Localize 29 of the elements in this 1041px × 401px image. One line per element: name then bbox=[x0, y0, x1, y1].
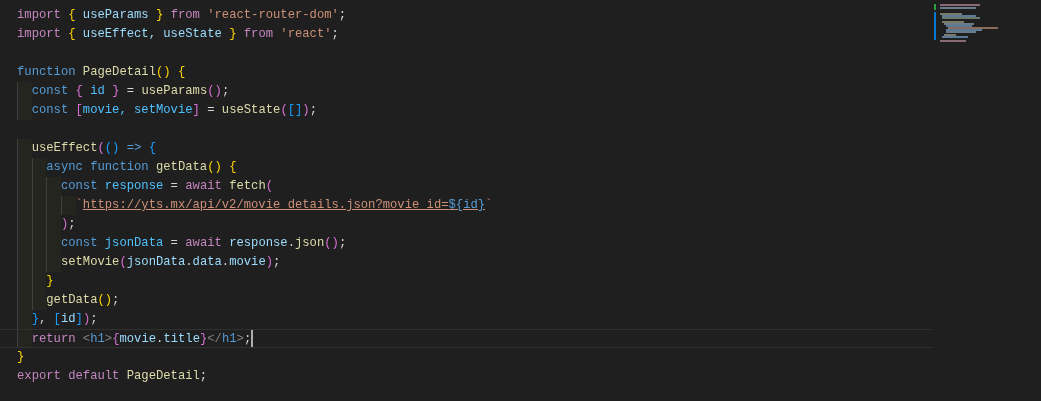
indent-guide bbox=[17, 101, 32, 120]
indent-guide bbox=[17, 310, 32, 329]
code-line: function PageDetail() { bbox=[17, 65, 186, 79]
code-line: ); bbox=[60, 217, 76, 231]
code-line: const [movie, setMovie] = useState([]); bbox=[31, 103, 317, 117]
indent-guide bbox=[60, 196, 76, 215]
indent-guide bbox=[31, 158, 47, 177]
indent-guide bbox=[17, 82, 32, 101]
code-line: const response = await fetch( bbox=[60, 179, 274, 193]
indent-guide bbox=[46, 253, 61, 272]
code-line: useEffect(() => { bbox=[31, 141, 157, 155]
code-line: export default PageDetail; bbox=[17, 369, 208, 383]
code-line: }, [id]); bbox=[31, 312, 98, 326]
code-line: async function getData() { bbox=[46, 160, 237, 174]
code-line: getData(); bbox=[46, 293, 120, 307]
code-line: return <h1>{movie.title}</h1>; bbox=[31, 332, 252, 346]
code-line: import { useParams } from 'react-router-dom'; bbox=[17, 8, 347, 22]
indent-guide bbox=[17, 139, 32, 158]
code-line: const { id } = useParams(); bbox=[31, 84, 230, 98]
code-line: `https://yts.mx/api/v2/movie_details.json?movie_id=${id}` bbox=[75, 198, 493, 212]
text-cursor bbox=[251, 330, 254, 348]
indent-guide bbox=[31, 291, 47, 310]
code-line: setMovie(jsonData.data.movie); bbox=[60, 255, 281, 269]
indent-guide bbox=[46, 177, 61, 196]
code-line: const jsonData = await response.json(); bbox=[60, 236, 347, 250]
code-line: import { useEffect, useState } from 'react'; bbox=[17, 27, 339, 41]
code-line: } bbox=[17, 350, 25, 364]
indent-guide bbox=[17, 330, 32, 347]
code-line: } bbox=[46, 274, 54, 288]
